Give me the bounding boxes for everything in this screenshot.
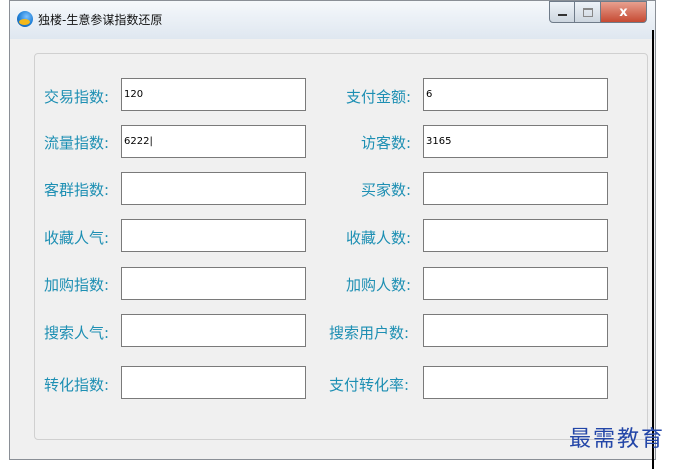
maximize-icon [582,7,593,17]
pay-conversion-rate-input[interactable] [423,366,608,399]
conversion-index-label: 转化指数: [44,376,110,394]
search-popularity-label: 搜索人气: [44,324,110,342]
close-button[interactable]: x [601,1,647,23]
cart-index-label: 加购指数: [44,276,110,294]
pay-conversion-rate-label: 支付转化率: [329,376,410,394]
close-icon: x [619,4,628,20]
cart-index-input[interactable] [121,267,306,300]
customer-index-label: 客群指数: [44,181,110,199]
cart-count-label: 加购人数: [346,276,412,294]
conversion-index-input[interactable] [121,366,306,399]
search-users-label: 搜索用户数: [329,324,410,342]
trade-index-label: 交易指数: [44,88,110,106]
traffic-index-input[interactable]: 6222| [121,125,306,158]
title-bar[interactable]: 独楼-生意参谋指数还原 x [10,1,655,40]
visitors-input[interactable]: 3165 [423,125,608,158]
app-logo-icon [17,11,33,27]
buyers-label: 买家数: [361,181,412,199]
customer-index-input[interactable] [121,172,306,205]
pay-amount-input[interactable]: 6 [423,78,608,111]
window-title: 独楼-生意参谋指数还原 [38,13,163,27]
favorite-popularity-label: 收藏人气: [44,229,110,247]
maximize-button[interactable] [575,1,601,23]
cart-count-input[interactable] [423,267,608,300]
search-users-input[interactable] [423,314,608,347]
visitors-label: 访客数: [361,134,412,152]
search-popularity-input[interactable] [121,314,306,347]
favorite-count-label: 收藏人数: [346,229,412,247]
watermark: 最需教育 [569,427,666,452]
favorite-popularity-input[interactable] [121,219,306,252]
pay-amount-label: 支付金额: [346,88,412,106]
minimize-icon [557,14,567,16]
trade-index-input[interactable]: 120 [121,78,306,111]
minimize-button[interactable] [549,1,575,23]
favorite-count-input[interactable] [423,219,608,252]
traffic-index-label: 流量指数: [44,134,110,152]
buyers-input[interactable] [423,172,608,205]
right-edge-line [652,30,654,469]
window-controls: x [549,1,647,23]
